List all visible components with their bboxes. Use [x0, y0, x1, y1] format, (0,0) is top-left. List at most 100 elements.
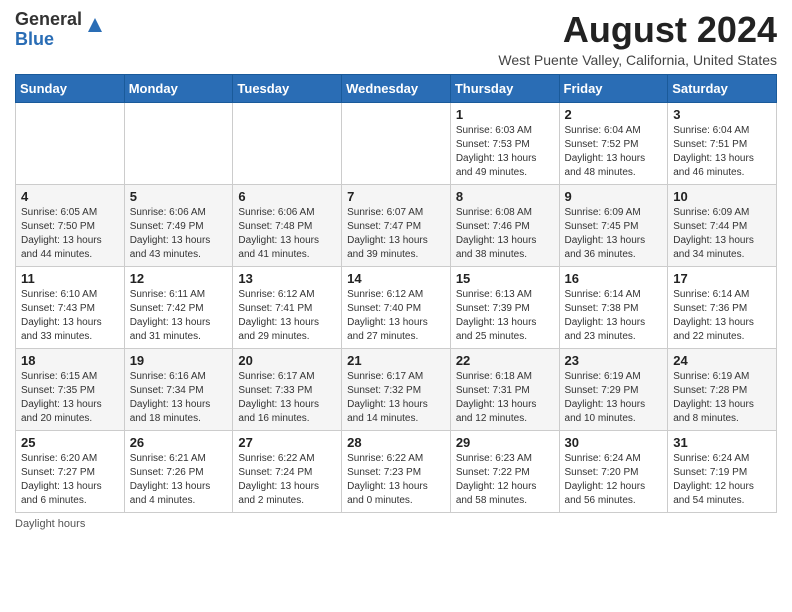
day-info: Sunrise: 6:22 AM Sunset: 7:24 PM Dayligh… [238, 452, 336, 508]
day-info: Sunrise: 6:13 AM Sunset: 7:39 PM Dayligh… [456, 288, 554, 344]
calendar-day-cell: 6 Sunrise: 6:06 AM Sunset: 7:48 PM Daylig… [233, 184, 342, 266]
day-info: Sunrise: 6:07 AM Sunset: 7:47 PM Dayligh… [347, 206, 445, 262]
title-area: August 2024 West Puente Valley, Californ… [498, 10, 777, 68]
calendar-day-cell: 17Sunrise: 6:14 AM Sunset: 7:36 PM Dayli… [668, 266, 777, 348]
day-number: 12 [130, 271, 228, 286]
day-info: Sunrise: 6:14 AM Sunset: 7:36 PM Dayligh… [673, 288, 771, 344]
calendar-week-row: 25 Sunrise: 6:20 AM Sunset: 7:27 PM Dayli… [16, 430, 777, 512]
day-info: Sunrise: 6:09 AM Sunset: 7:45 PM Dayligh… [565, 206, 663, 262]
day-of-week-header: Thursday [450, 74, 559, 102]
day-of-week-header: Monday [124, 74, 233, 102]
day-number: 11 [21, 271, 119, 286]
calendar-day-cell: 10 Sunrise: 6:09 AM Sunset: 7:44 PM Dayli… [668, 184, 777, 266]
day-number: 28 [347, 435, 445, 450]
calendar-day-cell: 20 Sunrise: 6:17 AM Sunset: 7:33 PM Dayli… [233, 348, 342, 430]
day-info: Sunrise: 6:06 AM Sunset: 7:49 PM Dayligh… [130, 206, 228, 262]
calendar-day-cell: 16Sunrise: 6:14 AM Sunset: 7:38 PM Dayli… [559, 266, 668, 348]
day-number: 6 [238, 189, 336, 204]
calendar-day-cell: 1 Sunrise: 6:03 AM Sunset: 7:53 PM Daylig… [450, 102, 559, 184]
day-number: 16 [565, 271, 663, 286]
day-info: Sunrise: 6:11 AM Sunset: 7:42 PM Dayligh… [130, 288, 228, 344]
day-number: 7 [347, 189, 445, 204]
footer-note: Daylight hours [15, 518, 777, 530]
calendar-day-cell [342, 102, 451, 184]
calendar-week-row: 4 Sunrise: 6:05 AM Sunset: 7:50 PM Daylig… [16, 184, 777, 266]
day-number: 2 [565, 107, 663, 122]
day-number: 29 [456, 435, 554, 450]
day-info: Sunrise: 6:04 AM Sunset: 7:52 PM Dayligh… [565, 124, 663, 180]
logo-blue: Blue [15, 29, 54, 49]
day-of-week-header: Wednesday [342, 74, 451, 102]
day-info: Sunrise: 6:12 AM Sunset: 7:41 PM Dayligh… [238, 288, 336, 344]
calendar-day-cell: 7 Sunrise: 6:07 AM Sunset: 7:47 PM Daylig… [342, 184, 451, 266]
day-number: 31 [673, 435, 771, 450]
day-of-week-header: Tuesday [233, 74, 342, 102]
day-number: 14 [347, 271, 445, 286]
calendar-day-cell: 5 Sunrise: 6:06 AM Sunset: 7:49 PM Daylig… [124, 184, 233, 266]
logo-general: General [15, 9, 82, 29]
day-number: 13 [238, 271, 336, 286]
day-number: 25 [21, 435, 119, 450]
day-info: Sunrise: 6:03 AM Sunset: 7:53 PM Dayligh… [456, 124, 554, 180]
day-number: 20 [238, 353, 336, 368]
day-info: Sunrise: 6:12 AM Sunset: 7:40 PM Dayligh… [347, 288, 445, 344]
calendar-day-cell: 19Sunrise: 6:16 AM Sunset: 7:34 PM Dayli… [124, 348, 233, 430]
day-number: 19 [130, 353, 228, 368]
daylight-hours-label: Daylight hours [15, 518, 85, 530]
calendar-day-cell: 9 Sunrise: 6:09 AM Sunset: 7:45 PM Daylig… [559, 184, 668, 266]
day-info: Sunrise: 6:19 AM Sunset: 7:29 PM Dayligh… [565, 370, 663, 426]
calendar-day-cell [16, 102, 125, 184]
day-info: Sunrise: 6:22 AM Sunset: 7:23 PM Dayligh… [347, 452, 445, 508]
month-title: August 2024 [498, 10, 777, 50]
day-number: 24 [673, 353, 771, 368]
day-info: Sunrise: 6:05 AM Sunset: 7:50 PM Dayligh… [21, 206, 119, 262]
calendar-day-cell: 22Sunrise: 6:18 AM Sunset: 7:31 PM Dayli… [450, 348, 559, 430]
day-number: 9 [565, 189, 663, 204]
day-number: 3 [673, 107, 771, 122]
calendar-week-row: 18Sunrise: 6:15 AM Sunset: 7:35 PM Dayli… [16, 348, 777, 430]
day-info: Sunrise: 6:19 AM Sunset: 7:28 PM Dayligh… [673, 370, 771, 426]
day-info: Sunrise: 6:17 AM Sunset: 7:32 PM Dayligh… [347, 370, 445, 426]
calendar-day-cell: 2 Sunrise: 6:04 AM Sunset: 7:52 PM Daylig… [559, 102, 668, 184]
day-info: Sunrise: 6:09 AM Sunset: 7:44 PM Dayligh… [673, 206, 771, 262]
logo: General Blue [15, 10, 106, 50]
day-number: 10 [673, 189, 771, 204]
day-number: 23 [565, 353, 663, 368]
calendar-header-row: SundayMondayTuesdayWednesdayThursdayFrid… [16, 74, 777, 102]
calendar-day-cell: 18Sunrise: 6:15 AM Sunset: 7:35 PM Dayli… [16, 348, 125, 430]
day-of-week-header: Saturday [668, 74, 777, 102]
calendar-day-cell: 28 Sunrise: 6:22 AM Sunset: 7:23 PM Dayli… [342, 430, 451, 512]
day-number: 8 [456, 189, 554, 204]
calendar-week-row: 11Sunrise: 6:10 AM Sunset: 7:43 PM Dayli… [16, 266, 777, 348]
day-info: Sunrise: 6:20 AM Sunset: 7:27 PM Dayligh… [21, 452, 119, 508]
calendar-day-cell: 14 Sunrise: 6:12 AM Sunset: 7:40 PM Dayli… [342, 266, 451, 348]
calendar-day-cell [233, 102, 342, 184]
day-of-week-header: Friday [559, 74, 668, 102]
day-info: Sunrise: 6:17 AM Sunset: 7:33 PM Dayligh… [238, 370, 336, 426]
day-number: 22 [456, 353, 554, 368]
day-number: 1 [456, 107, 554, 122]
day-info: Sunrise: 6:08 AM Sunset: 7:46 PM Dayligh… [456, 206, 554, 262]
calendar-day-cell: 15Sunrise: 6:13 AM Sunset: 7:39 PM Dayli… [450, 266, 559, 348]
day-number: 5 [130, 189, 228, 204]
calendar-day-cell: 30Sunrise: 6:24 AM Sunset: 7:20 PM Dayli… [559, 430, 668, 512]
calendar-day-cell: 3Sunrise: 6:04 AM Sunset: 7:51 PM Daylig… [668, 102, 777, 184]
calendar-day-cell: 27 Sunrise: 6:22 AM Sunset: 7:24 PM Dayli… [233, 430, 342, 512]
day-info: Sunrise: 6:21 AM Sunset: 7:26 PM Dayligh… [130, 452, 228, 508]
calendar-day-cell: 24 Sunrise: 6:19 AM Sunset: 7:28 PM Dayli… [668, 348, 777, 430]
day-info: Sunrise: 6:15 AM Sunset: 7:35 PM Dayligh… [21, 370, 119, 426]
day-number: 4 [21, 189, 119, 204]
calendar-table: SundayMondayTuesdayWednesdayThursdayFrid… [15, 74, 777, 513]
calendar-day-cell: 25 Sunrise: 6:20 AM Sunset: 7:27 PM Dayli… [16, 430, 125, 512]
day-info: Sunrise: 6:24 AM Sunset: 7:20 PM Dayligh… [565, 452, 663, 508]
day-info: Sunrise: 6:23 AM Sunset: 7:22 PM Dayligh… [456, 452, 554, 508]
calendar-day-cell: 29 Sunrise: 6:23 AM Sunset: 7:22 PM Dayli… [450, 430, 559, 512]
calendar-day-cell [124, 102, 233, 184]
calendar-day-cell: 12 Sunrise: 6:11 AM Sunset: 7:42 PM Dayli… [124, 266, 233, 348]
day-number: 27 [238, 435, 336, 450]
calendar-day-cell: 31Sunrise: 6:24 AM Sunset: 7:19 PM Dayli… [668, 430, 777, 512]
calendar-day-cell: 21Sunrise: 6:17 AM Sunset: 7:32 PM Dayli… [342, 348, 451, 430]
calendar-day-cell: 26Sunrise: 6:21 AM Sunset: 7:26 PM Dayli… [124, 430, 233, 512]
calendar-day-cell: 11Sunrise: 6:10 AM Sunset: 7:43 PM Dayli… [16, 266, 125, 348]
day-info: Sunrise: 6:06 AM Sunset: 7:48 PM Dayligh… [238, 206, 336, 262]
